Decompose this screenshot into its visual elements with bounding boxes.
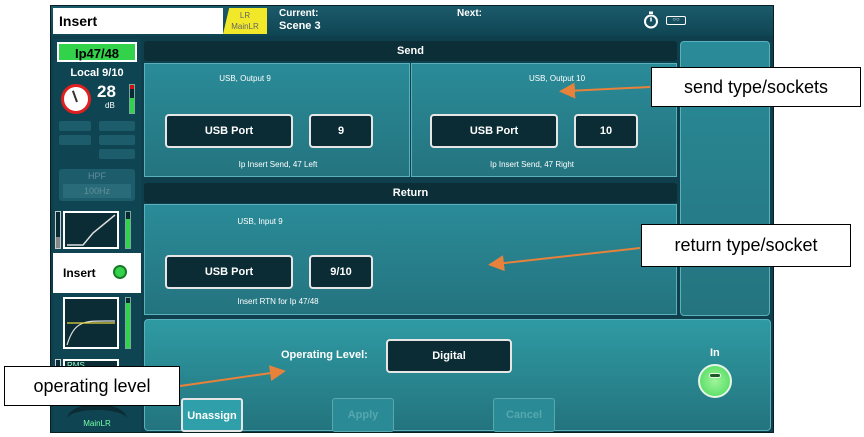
gate-meter xyxy=(55,211,61,249)
pad-button[interactable] xyxy=(99,121,135,131)
return-panel: USB, Input 9 USB Port 9/10 Insert RTN fo… xyxy=(144,204,677,315)
gate-graph[interactable] xyxy=(63,211,119,249)
mix-tag-line1: LR xyxy=(239,11,251,20)
send-right-panel: USB, Output 10 USB Port 10 Ip Insert Sen… xyxy=(411,63,677,177)
gate-meter-level xyxy=(56,237,60,248)
operating-level-label: Operating Level: xyxy=(281,349,368,361)
mix-label: MainLR xyxy=(83,419,111,428)
hpf-control[interactable]: HPF 100Hz xyxy=(59,169,135,201)
send-left-destination: Ip Insert Send, 47 Left xyxy=(238,160,318,169)
current-scene-value: Scene 3 xyxy=(279,20,321,32)
send-right-type-button[interactable]: USB Port xyxy=(430,114,558,148)
return-caption: USB, Input 9 xyxy=(237,217,283,226)
phantom-button[interactable] xyxy=(59,121,91,131)
return-source: Insert RTN for Ip 47/48 xyxy=(237,297,319,306)
polarity-button[interactable] xyxy=(59,135,91,145)
channel-name[interactable]: Ip47/48 xyxy=(57,42,137,62)
peq-meter xyxy=(125,297,131,349)
channel-source: Local 9/10 xyxy=(70,67,124,79)
input-meter xyxy=(129,84,135,114)
gain-knob-pointer xyxy=(71,90,78,103)
operating-panel: Operating Level: Digital In Unassign App… xyxy=(144,319,771,432)
stopwatch-icon[interactable] xyxy=(643,11,659,29)
usb-storage-icon[interactable]: ○○ xyxy=(666,16,686,25)
send-header: Send xyxy=(144,41,677,61)
gain-unit: dB xyxy=(105,101,115,110)
operating-level-button[interactable]: Digital xyxy=(386,339,512,373)
screen-title: Insert xyxy=(53,8,223,34)
insert-in-toggle[interactable] xyxy=(698,364,732,398)
insert-label: Insert xyxy=(63,266,96,280)
mix-tag[interactable]: LR MainLR xyxy=(223,8,267,34)
hpf-value: 100Hz xyxy=(63,184,131,198)
gate-output-meter xyxy=(125,211,131,249)
gate-output-level xyxy=(126,219,130,248)
send-left-socket-button[interactable]: 9 xyxy=(309,114,373,148)
send-left-panel: USB, Output 9 USB Port 9 Ip Insert Send,… xyxy=(144,63,410,177)
return-callout: return type/socket xyxy=(641,224,851,267)
current-scene-label: Current: xyxy=(279,8,319,19)
gain-knob[interactable] xyxy=(61,84,91,114)
next-scene-label: Next: xyxy=(457,8,483,19)
stereo-button[interactable] xyxy=(99,135,135,145)
send-left-type-button[interactable]: USB Port xyxy=(165,114,293,148)
unassign-button[interactable]: Unassign xyxy=(181,398,243,432)
hpf-label: HPF xyxy=(88,171,106,181)
insert-active-led xyxy=(113,265,127,279)
send-right-destination: Ip Insert Send, 47 Right xyxy=(489,160,575,169)
apply-button[interactable]: Apply xyxy=(332,398,394,432)
insert-in-label: In xyxy=(710,347,720,359)
send-callout: send type/sockets xyxy=(651,67,861,107)
meter-peak xyxy=(130,85,134,89)
insert-button[interactable]: Insert xyxy=(53,253,141,293)
send-left-caption: USB, Output 9 xyxy=(219,74,271,83)
return-type-button[interactable]: USB Port xyxy=(165,255,293,289)
peq-graph[interactable] xyxy=(63,297,119,349)
peq-meter-level xyxy=(126,303,130,348)
trim-button[interactable] xyxy=(99,149,135,159)
cancel-button[interactable]: Cancel xyxy=(493,398,555,432)
peq-curve xyxy=(66,320,116,346)
send-right-socket-button[interactable]: 10 xyxy=(574,114,638,148)
gate-curve xyxy=(67,214,116,246)
return-socket-button[interactable]: 9/10 xyxy=(309,255,373,289)
gain-value: 28 xyxy=(97,82,116,101)
insert-in-indicator xyxy=(709,373,721,378)
send-right-caption: USB, Output 10 xyxy=(528,74,586,83)
top-bar: Insert LR MainLR Current: Scene 3 Next: … xyxy=(51,6,773,36)
mix-tag-line2: MainLR xyxy=(231,22,259,31)
operating-callout: operating level xyxy=(4,366,180,406)
return-header: Return xyxy=(144,183,677,203)
meter-level xyxy=(130,97,134,113)
